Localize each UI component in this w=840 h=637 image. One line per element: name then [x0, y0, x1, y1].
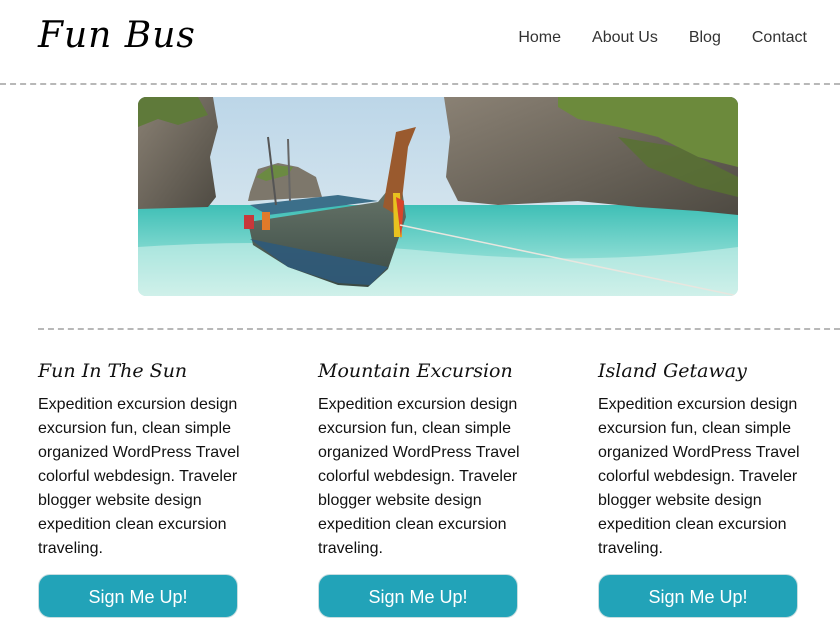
card-body: Expedition excursion design excursion fu…	[598, 396, 800, 557]
site-title: Fun Bus	[38, 15, 196, 56]
sign-me-up-button[interactable]: Sign Me Up!	[38, 574, 238, 618]
hero-image	[138, 97, 738, 296]
content-divider	[38, 328, 840, 330]
nav-contact-link[interactable]: Contact	[752, 28, 807, 48]
card-mountain-excursion: Mountain Excursion Expedition excursion …	[318, 356, 538, 618]
card-title: Mountain Excursion	[318, 360, 513, 382]
header-divider	[0, 83, 840, 85]
nav-home-link[interactable]: Home	[518, 28, 561, 48]
card-body: Expedition excursion design excursion fu…	[38, 396, 240, 557]
card-body: Expedition excursion design excursion fu…	[318, 396, 520, 557]
hero-photo	[138, 97, 738, 296]
card-island-getaway: Island Getaway Expedition excursion desi…	[598, 356, 818, 618]
main-nav: Home About Us Blog Contact	[518, 28, 807, 48]
nav-blog-link[interactable]: Blog	[689, 28, 721, 48]
card-title: Fun In The Sun	[38, 360, 188, 382]
sign-me-up-button[interactable]: Sign Me Up!	[598, 574, 798, 618]
card-fun-in-the-sun: Fun In The Sun Expedition excursion desi…	[38, 356, 258, 618]
sign-me-up-button[interactable]: Sign Me Up!	[318, 574, 518, 618]
nav-about-us-link[interactable]: About Us	[592, 28, 658, 48]
card-title: Island Getaway	[598, 360, 747, 382]
